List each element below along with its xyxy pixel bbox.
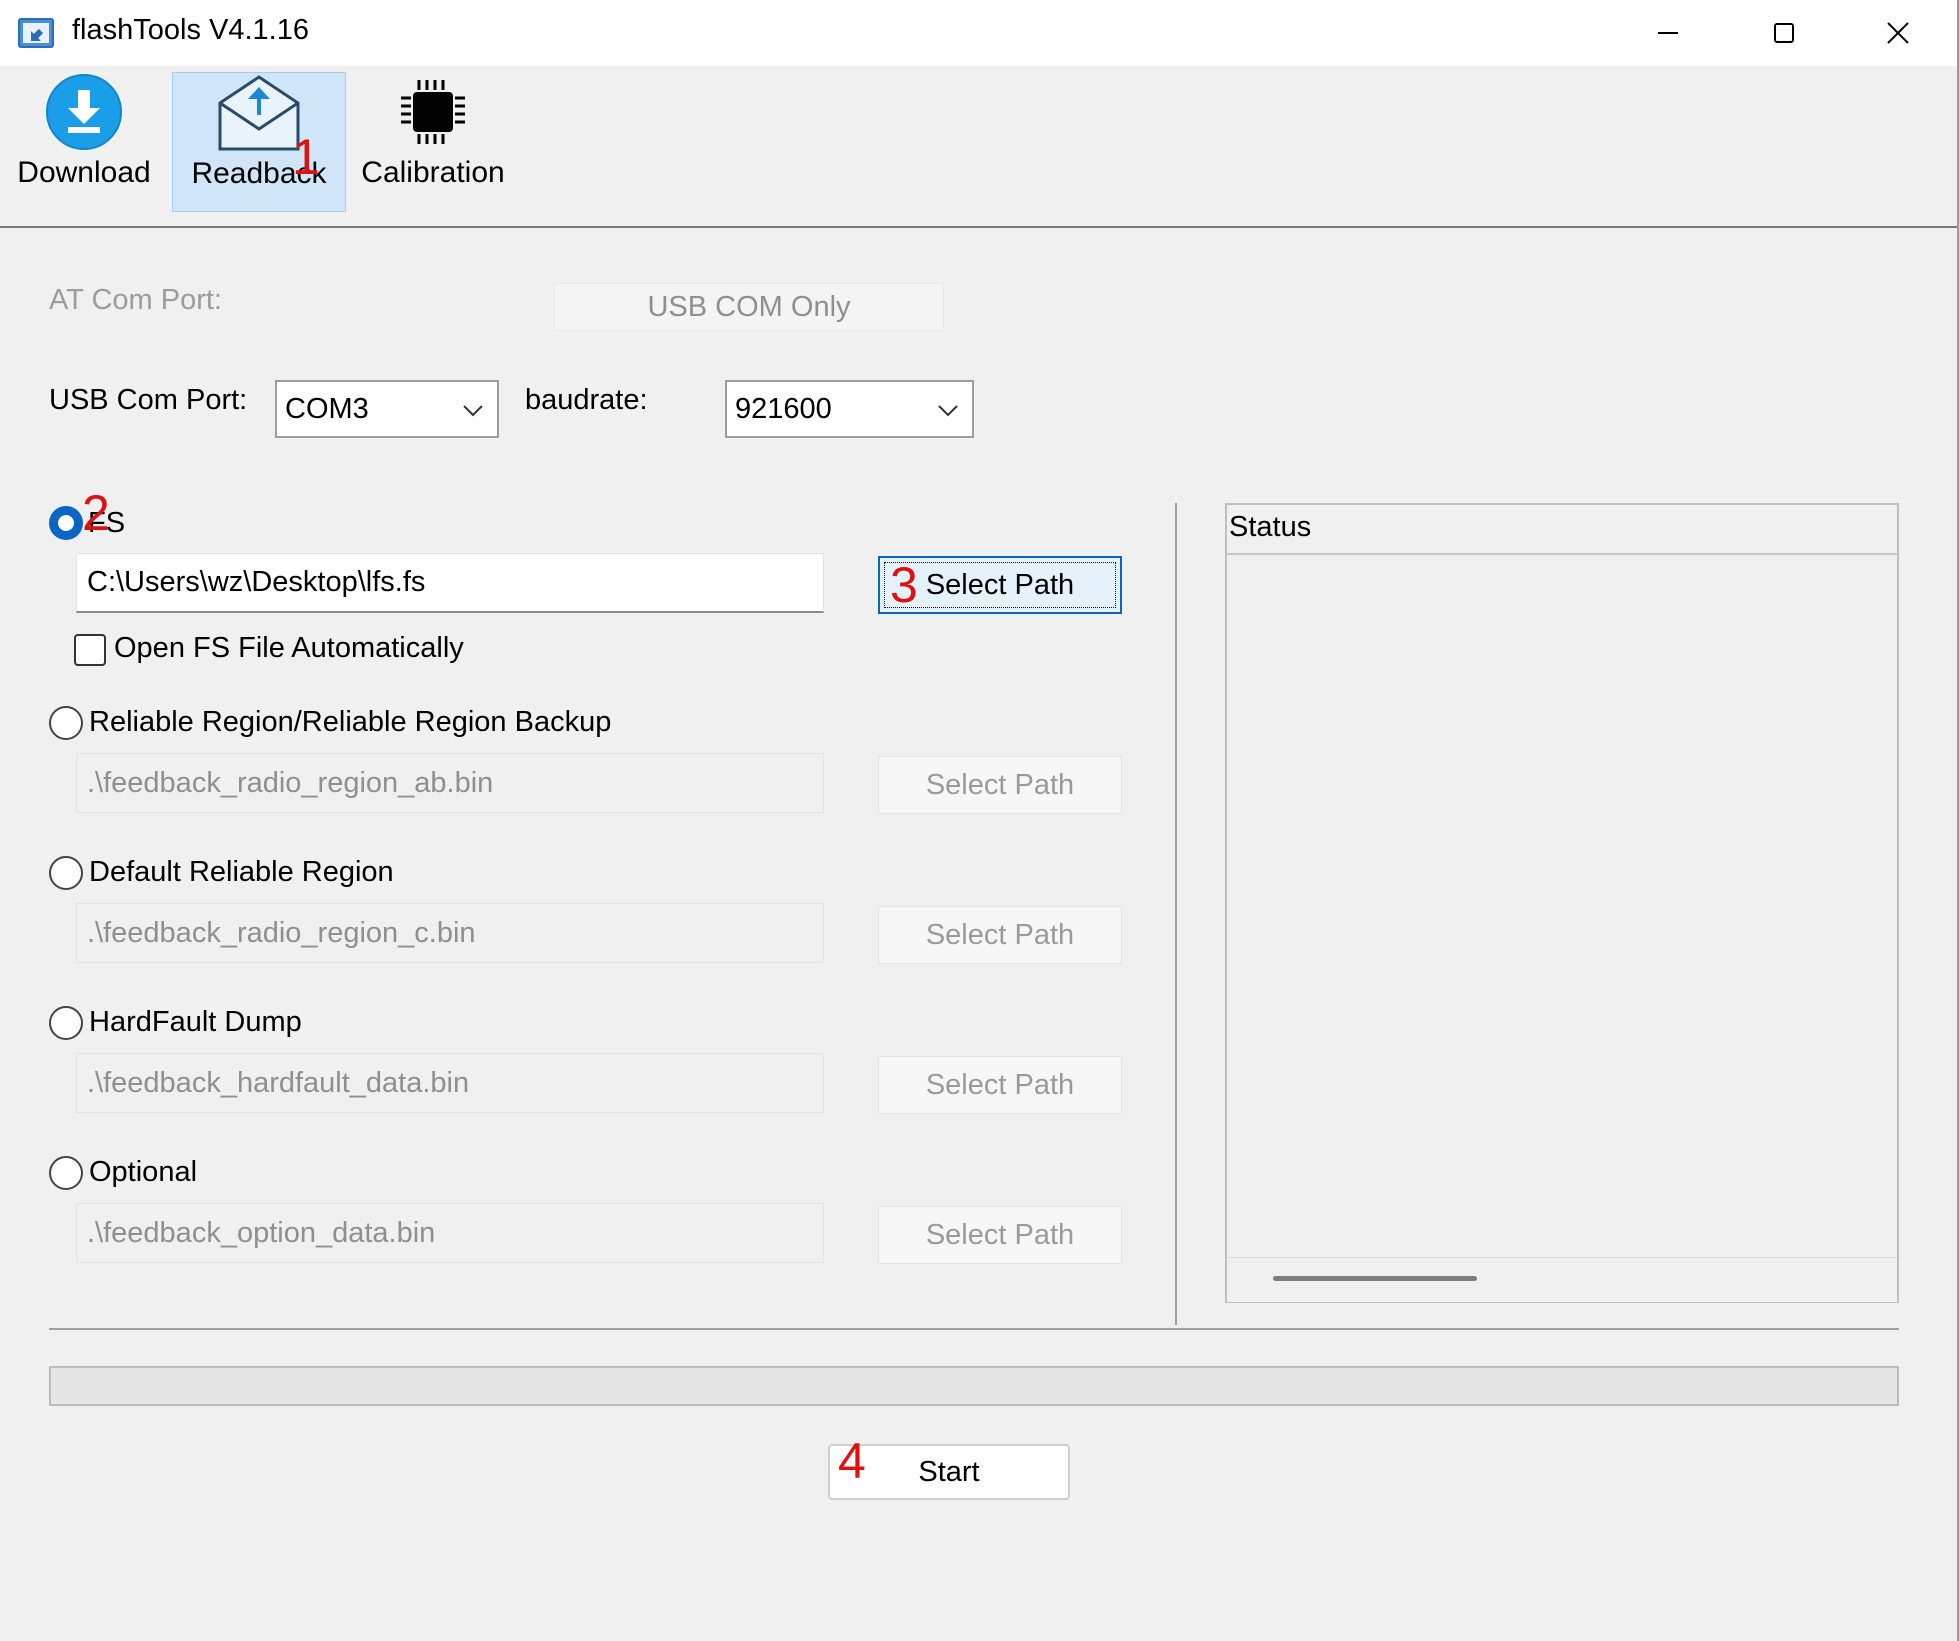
chevron-down-icon <box>463 405 483 417</box>
usb-com-port-value: COM3 <box>285 392 369 425</box>
optional-label: Optional <box>89 1156 198 1188</box>
focus-ring <box>884 562 1116 608</box>
status-log[interactable] <box>1227 555 1897 1255</box>
default-reliable-region-select-path-button: Select Path <box>878 906 1122 964</box>
at-com-port-label: AT Com Port: <box>49 284 222 316</box>
baudrate-select[interactable]: 921600 <box>725 380 974 438</box>
chevron-down-icon <box>938 405 958 417</box>
vertical-divider <box>1175 503 1177 1325</box>
optional-radio[interactable] <box>49 1156 83 1190</box>
window-title: flashTools V4.1.16 <box>72 14 309 46</box>
tab-download[interactable]: Download <box>6 72 162 210</box>
optional-select-path-button: Select Path <box>878 1206 1122 1264</box>
minimize-icon <box>1658 32 1678 34</box>
optional-path-value: .\feedback_option_data.bin <box>87 1216 436 1249</box>
hardfault-dump-radio[interactable] <box>49 1006 83 1040</box>
annotation-3: 3 <box>890 557 918 613</box>
reliable-region-radio[interactable] <box>49 706 83 740</box>
usb-com-only-label: USB COM Only <box>647 290 851 323</box>
toolbar: Download Readback Calibration 1 <box>0 66 1957 228</box>
status-header: Status <box>1227 505 1897 555</box>
default-reliable-region-path-value: .\feedback_radio_region_c.bin <box>87 916 476 949</box>
status-horizontal-scrollbar[interactable] <box>1227 1257 1897 1302</box>
hardfault-dump-select-path-label: Select Path <box>925 1068 1075 1101</box>
baudrate-value: 921600 <box>735 392 832 425</box>
default-reliable-region-select-path-label: Select Path <box>925 918 1075 951</box>
close-icon <box>1887 22 1909 44</box>
optional-select-path-label: Select Path <box>925 1218 1075 1251</box>
download-icon <box>46 74 122 150</box>
flashtools-window: flashTools V4.1.16 Download Readback Cal… <box>0 0 1959 1641</box>
default-reliable-region-radio[interactable] <box>49 856 83 890</box>
reliable-region-label: Reliable Region/Reliable Region Backup <box>89 706 612 738</box>
reliable-region-path-input: .\feedback_radio_region_ab.bin <box>76 753 824 813</box>
close-button[interactable] <box>1840 0 1956 66</box>
horizontal-divider <box>49 1328 1899 1330</box>
usb-com-port-label: USB Com Port: <box>49 384 248 416</box>
reliable-region-select-path-label: Select Path <box>925 768 1075 801</box>
status-header-label: Status <box>1229 511 1312 543</box>
scrollbar-thumb[interactable] <box>1273 1276 1477 1281</box>
fs-radio[interactable] <box>49 506 83 540</box>
open-fs-auto-checkbox[interactable] <box>74 634 106 666</box>
hardfault-dump-path-value: .\feedback_hardfault_data.bin <box>87 1066 470 1099</box>
tab-calibration-label: Calibration <box>361 156 505 189</box>
default-reliable-region-path-input: .\feedback_radio_region_c.bin <box>76 903 824 963</box>
default-reliable-region-label: Default Reliable Region <box>89 856 394 888</box>
annotation-1: 1 <box>292 129 320 185</box>
app-icon <box>18 18 54 48</box>
hardfault-dump-label: HardFault Dump <box>89 1006 302 1038</box>
maximize-icon <box>1774 23 1794 43</box>
start-label: Start <box>918 1455 980 1488</box>
maximize-button[interactable] <box>1726 0 1842 66</box>
optional-path-input: .\feedback_option_data.bin <box>76 1203 824 1263</box>
hardfault-dump-path-input: .\feedback_hardfault_data.bin <box>76 1053 824 1113</box>
open-fs-auto-label: Open FS File Automatically <box>114 632 464 664</box>
usb-com-only-button: USB COM Only <box>554 283 944 331</box>
reliable-region-path-value: .\feedback_radio_region_ab.bin <box>87 766 494 799</box>
status-panel: Status <box>1225 503 1899 1303</box>
hardfault-dump-select-path-button: Select Path <box>878 1056 1122 1114</box>
reliable-region-select-path-button: Select Path <box>878 756 1122 814</box>
tab-calibration[interactable]: Calibration <box>350 72 516 210</box>
minimize-button[interactable] <box>1610 0 1726 66</box>
tab-readback[interactable]: Readback <box>172 72 346 212</box>
annotation-2: 2 <box>82 485 110 541</box>
envelope-upload-icon <box>218 75 300 151</box>
baudrate-label: baudrate: <box>525 384 648 416</box>
progress-bar <box>49 1366 1899 1406</box>
tab-download-label: Download <box>17 156 151 189</box>
annotation-4: 4 <box>838 1433 866 1489</box>
chip-icon <box>401 80 465 144</box>
usb-com-port-select[interactable]: COM3 <box>275 380 499 438</box>
title-bar: flashTools V4.1.16 <box>0 0 1957 66</box>
fs-path-input[interactable]: C:\Users\wz\Desktop\lfs.fs <box>76 553 824 613</box>
fs-path-value: C:\Users\wz\Desktop\lfs.fs <box>87 566 426 598</box>
